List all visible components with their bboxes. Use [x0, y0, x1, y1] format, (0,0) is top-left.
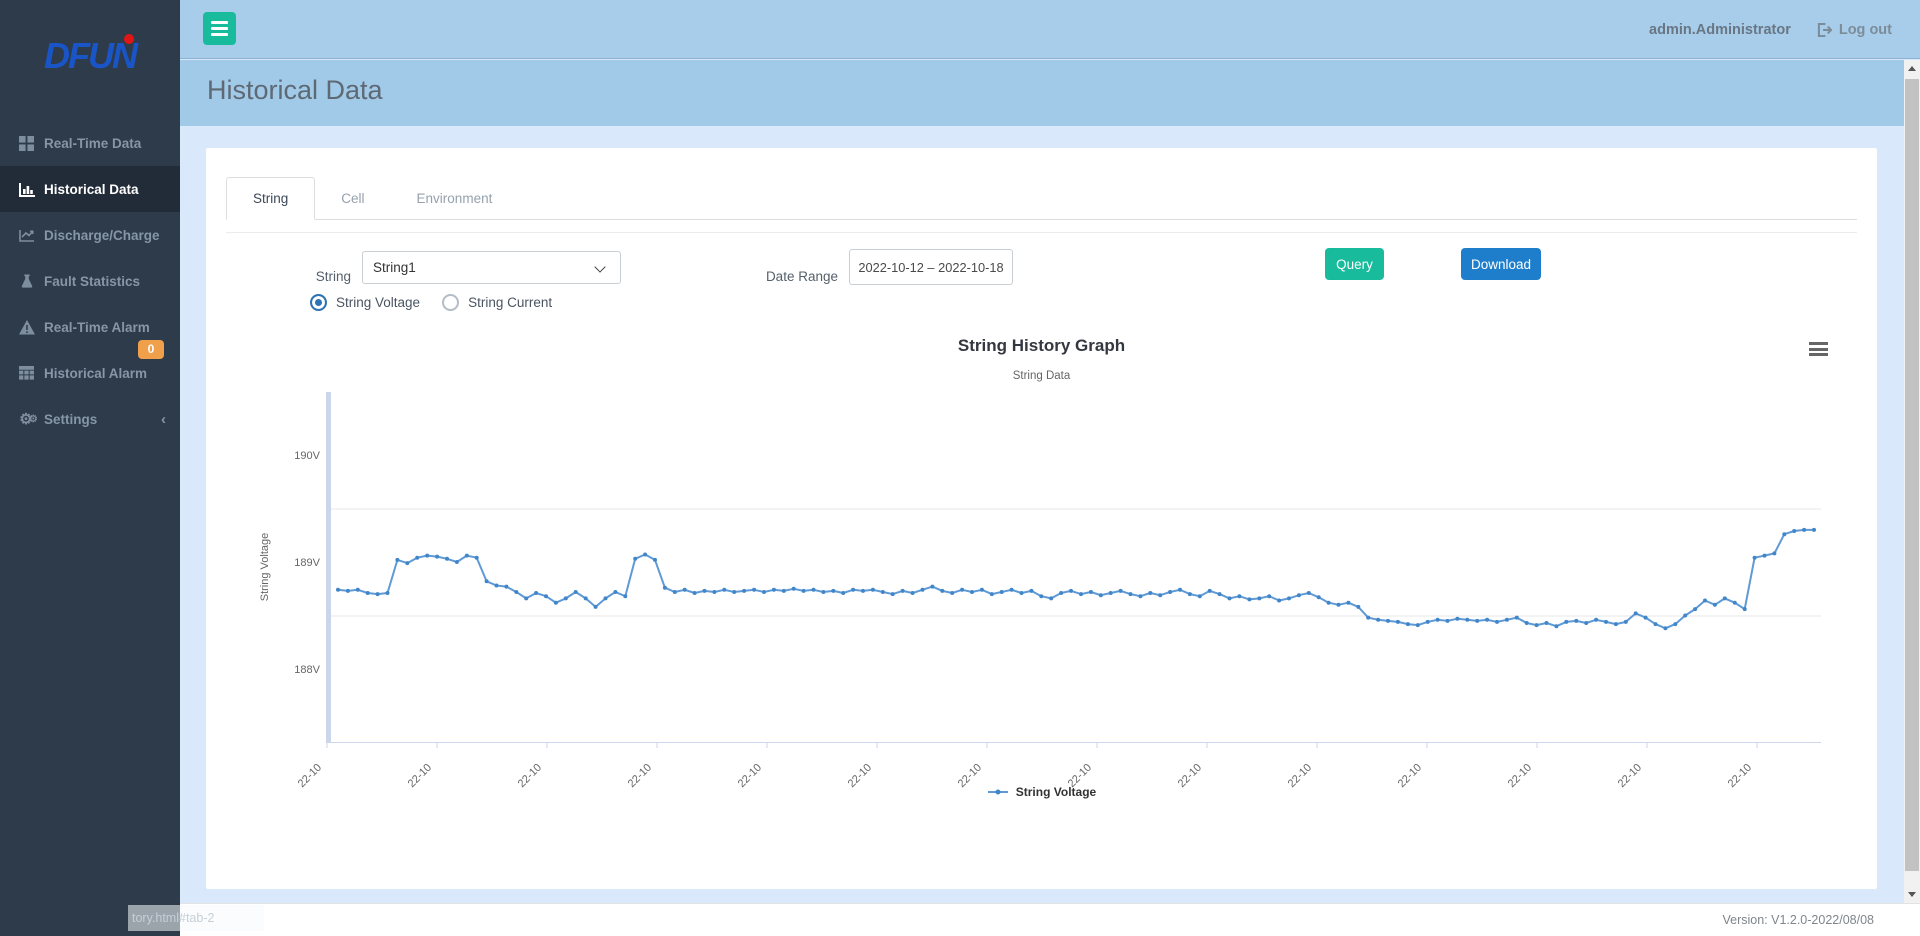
radio-string-voltage[interactable]: String Voltage: [310, 294, 420, 311]
chart-legend[interactable]: String Voltage: [222, 785, 1861, 799]
warning-icon: [18, 319, 35, 336]
sidebar: DFUN Real-Time Data Historical Data D: [0, 0, 180, 936]
sidebar-item-settings[interactable]: ⚙⚙ Settings ‹: [0, 396, 180, 442]
sidebar-nav: Real-Time Data Historical Data Discharge…: [0, 120, 180, 442]
sidebar-item-historical-data[interactable]: Historical Data: [0, 166, 180, 212]
page-header: Historical Data: [180, 60, 1920, 126]
sidebar-item-label: Real-Time Data: [44, 136, 141, 151]
svg-text:190V: 190V: [294, 450, 320, 462]
sidebar-item-real-time-alarm[interactable]: Real-Time Alarm 0: [0, 304, 180, 350]
tab-separator: [226, 232, 1857, 233]
table-icon: [18, 365, 35, 382]
page-title: Historical Data: [207, 75, 383, 106]
download-button[interactable]: Download: [1461, 248, 1541, 280]
sidebar-item-label: Settings: [44, 412, 97, 427]
footer: Version: V1.2.0-2022/08/08: [180, 903, 1920, 936]
string-select[interactable]: String1: [362, 251, 621, 284]
radio-string-current-label: String Current: [468, 295, 552, 310]
user-name: admin.Administrator: [1649, 22, 1791, 38]
topbar: admin.Administrator Log out: [180, 0, 1920, 59]
link-preview-tooltip: tory.html#tab-2: [128, 905, 264, 931]
svg-text:188V: 188V: [294, 664, 320, 676]
svg-text:189V: 189V: [294, 557, 320, 569]
tab-cell[interactable]: Cell: [315, 177, 390, 220]
string-history-chart: String History Graph String Data 22-1022…: [222, 330, 1861, 830]
sidebar-item-label: Real-Time Alarm: [44, 320, 150, 335]
svg-text:String Voltage: String Voltage: [259, 533, 271, 602]
logout-label: Log out: [1839, 22, 1892, 38]
hamburger-icon: [203, 21, 236, 36]
line-chart-icon: [18, 227, 35, 244]
radio-string-current-input[interactable]: [442, 294, 459, 311]
logout-icon: [1817, 23, 1832, 37]
sidebar-item-label: Historical Alarm: [44, 366, 147, 381]
radio-string-current[interactable]: String Current: [442, 294, 552, 311]
scrollbar-up-arrow-icon[interactable]: [1904, 60, 1920, 77]
chart-plot: 22-1022-1022-1022-1022-1022-1022-1022-10…: [222, 330, 1861, 830]
content-area: String Cell Environment String String1 D…: [180, 126, 1904, 903]
flask-icon: [18, 273, 35, 290]
brand-logo-text: DFUN: [44, 35, 136, 77]
scrollbar-down-arrow-icon[interactable]: [1904, 886, 1920, 903]
logout-button[interactable]: Log out: [1817, 22, 1892, 38]
menu-toggle-button[interactable]: [203, 12, 236, 45]
date-range-label: Date Range: [746, 260, 838, 293]
tab-string[interactable]: String: [226, 177, 315, 220]
legend-marker-icon: [987, 787, 1009, 797]
scrollbar-thumb[interactable]: [1905, 79, 1919, 871]
radio-string-voltage-input[interactable]: [310, 294, 327, 311]
brand-logo: DFUN: [0, 0, 180, 112]
grid-icon: [18, 135, 35, 152]
gears-icon: ⚙⚙: [18, 411, 35, 428]
string-select-label: String: [266, 260, 351, 293]
date-range-input[interactable]: [849, 249, 1013, 285]
sidebar-item-real-time-data[interactable]: Real-Time Data: [0, 120, 180, 166]
app-screen: DFUN Real-Time Data Historical Data D: [0, 0, 1920, 936]
sidebar-item-fault-statistics[interactable]: Fault Statistics: [0, 258, 180, 304]
tab-bar: String Cell Environment: [226, 177, 1857, 220]
radio-string-voltage-label: String Voltage: [336, 295, 420, 310]
tab-environment[interactable]: Environment: [391, 177, 519, 220]
chevron-left-icon: ‹: [161, 411, 166, 428]
brand-logo-dot: [124, 34, 134, 44]
alarm-count-badge: 0: [138, 340, 164, 359]
query-button[interactable]: Query: [1325, 248, 1384, 280]
bar-chart-icon: [18, 181, 35, 198]
legend-label: String Voltage: [1016, 785, 1096, 799]
sidebar-item-discharge-charge[interactable]: Discharge/Charge: [0, 212, 180, 258]
sidebar-item-label: Historical Data: [44, 182, 139, 197]
series-radio-group: String Voltage String Current: [310, 294, 552, 311]
sidebar-item-label: Discharge/Charge: [44, 228, 160, 243]
version-text: Version: V1.2.0-2022/08/08: [1722, 904, 1874, 936]
sidebar-item-label: Fault Statistics: [44, 274, 140, 289]
scrollbar[interactable]: [1904, 60, 1920, 903]
data-card: String Cell Environment String String1 D…: [206, 148, 1877, 889]
